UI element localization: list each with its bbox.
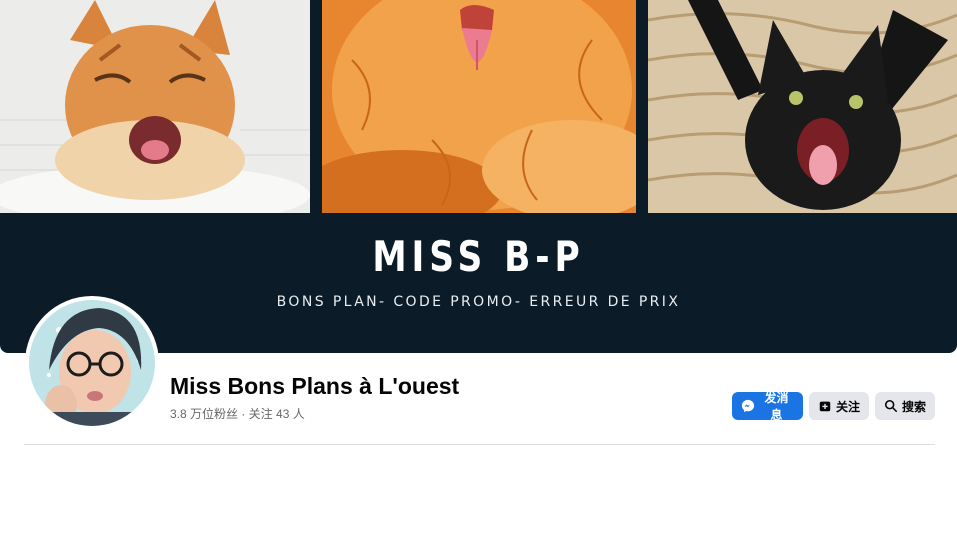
search-icon xyxy=(884,399,898,413)
message-button-label: 发消息 xyxy=(764,391,789,422)
cover-photo[interactable]: MISS B-P BONS PLAN- CODE PROMO- ERREUR D… xyxy=(0,0,957,353)
avatar[interactable] xyxy=(25,296,159,430)
header-divider xyxy=(24,444,935,445)
search-button-label: 搜索 xyxy=(901,399,926,414)
cover-subtitle: BONS PLAN- CODE PROMO- ERREUR DE PRIX xyxy=(276,294,681,310)
follow-icon xyxy=(818,399,832,413)
cover-title: MISS B-P xyxy=(372,232,585,281)
message-button[interactable]: 发消息 xyxy=(731,391,803,422)
page-title: Miss Bons Plans à L'ouest xyxy=(170,373,460,399)
cover-photo-black-kitten xyxy=(648,0,957,213)
follow-button[interactable]: 关注 xyxy=(808,392,869,420)
search-button[interactable]: 搜索 xyxy=(874,392,935,420)
profile-photo xyxy=(29,300,155,426)
follow-button-label: 关注 xyxy=(835,399,860,414)
messenger-icon xyxy=(741,399,755,413)
follower-stats[interactable]: 3.8 万位粉丝 · 关注 43 人 xyxy=(170,405,305,422)
page-actions: 发消息 关注 搜索 xyxy=(731,391,935,422)
cover-photo-tabby-cat xyxy=(0,0,310,213)
cover-photo-orange-cat xyxy=(322,0,636,213)
